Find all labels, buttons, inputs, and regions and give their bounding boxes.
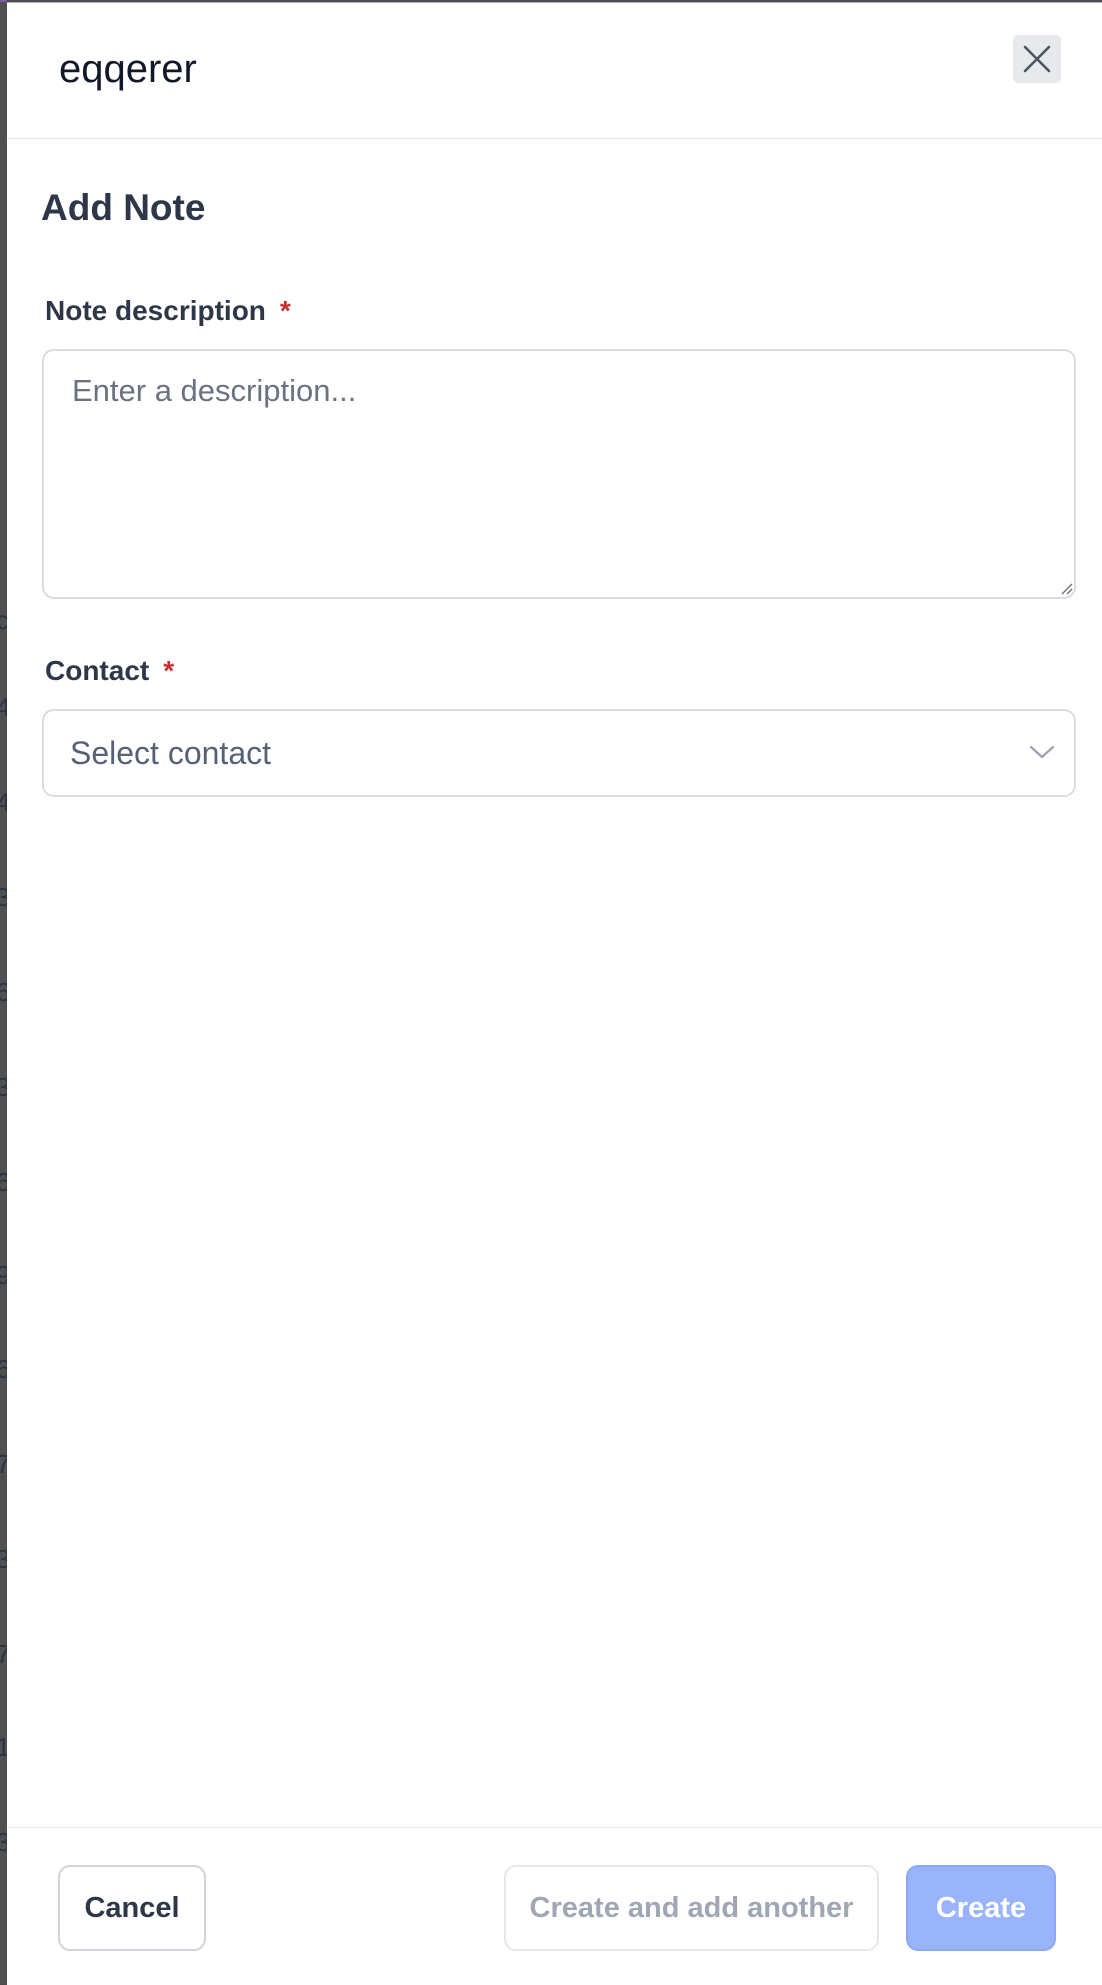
cancel-button[interactable]: Cancel	[58, 1865, 206, 1951]
note-description-label-text: Note description	[45, 295, 266, 326]
drawer-title: eqqerer	[59, 47, 197, 91]
contact-label-text: Contact	[45, 655, 150, 686]
resize-grip-icon[interactable]	[1061, 583, 1073, 595]
note-description-label: Note description *	[45, 295, 291, 327]
required-marker: *	[279, 295, 291, 326]
drawer-header: eqqerer	[7, 3, 1102, 139]
create-button[interactable]: Create	[906, 1865, 1056, 1951]
drawer-footer: Cancel Create and add another Create	[7, 1827, 1102, 1985]
background-page-edge: c 4 4 3 6 3 6 9 6 7 3 7 1 3	[0, 0, 10, 1984]
create-and-add-another-button[interactable]: Create and add another	[504, 1865, 879, 1951]
form-title: Add Note	[41, 187, 206, 228]
contact-select[interactable]: Select contact	[42, 709, 1076, 797]
contact-select-placeholder: Select contact	[70, 735, 271, 771]
close-button[interactable]	[1013, 35, 1061, 83]
note-description-input[interactable]	[42, 349, 1076, 599]
add-note-drawer: eqqerer Add Note Note description * Conta…	[7, 2, 1102, 1985]
close-icon	[1023, 45, 1051, 73]
required-marker: *	[163, 655, 175, 686]
chevron-down-icon	[1029, 745, 1055, 759]
contact-label: Contact *	[45, 655, 174, 687]
